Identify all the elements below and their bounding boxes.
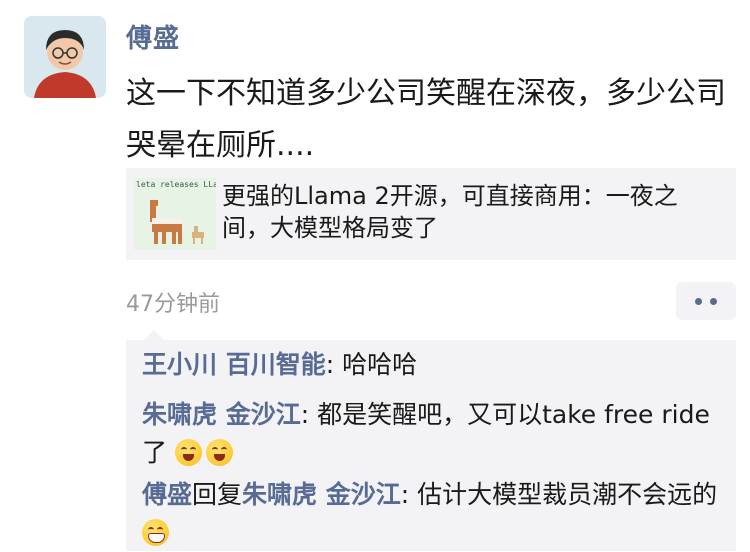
comments-section: 王小川 百川智能: 哈哈哈 朱啸虎 金沙江: 都是笑醒吧，又可以take fre… — [126, 330, 736, 552]
more-actions-button[interactable] — [676, 282, 736, 320]
comment-text: 哈哈哈 — [342, 350, 418, 379]
comment-user[interactable]: 王小川 百川智能 — [142, 350, 326, 379]
post-text: 这一下不知道多少公司笑醒在深夜，多少公司哭晕在厕所.... — [126, 76, 726, 163]
grimace-emoji-icon — [142, 519, 169, 546]
post-timestamp: 47分钟前 — [126, 292, 220, 317]
comment-item[interactable]: 王小川 百川智能: 哈哈哈 — [142, 346, 727, 384]
reply-to-user[interactable]: 朱啸虎 金沙江 — [242, 480, 401, 509]
comment-separator: : — [400, 480, 418, 509]
comment-user[interactable]: 朱啸虎 金沙江 — [142, 400, 301, 429]
post-author[interactable]: 傅盛 — [126, 18, 180, 55]
grin-wink-emoji-icon — [205, 439, 233, 466]
comment-item[interactable]: 朱啸虎 金沙江: 都是笑醒吧，又可以take free ride了 — [142, 396, 727, 472]
reply-word: 回复 — [192, 480, 243, 509]
dot-icon — [710, 297, 717, 305]
comment-text: 估计大模型裁员潮不会远的 — [417, 480, 718, 509]
dot-icon — [695, 297, 702, 305]
comment-item[interactable]: 傅盛回复朱啸虎 金沙江: 估计大模型裁员潮不会远的 — [142, 476, 727, 552]
link-title: 更强的Llama 2开源，可直接商用：一夜之间，大模型格局变了 — [222, 182, 678, 242]
comment-user[interactable]: 傅盛 — [142, 480, 192, 509]
comment-separator: : — [300, 400, 318, 429]
avatar[interactable] — [24, 16, 106, 98]
grin-wink-emoji-icon — [174, 439, 202, 466]
link-thumbnail: leta releases LLaMA 2 — [134, 178, 216, 250]
llama-illustration-icon — [150, 200, 204, 244]
shared-link-card[interactable]: leta releases LLaMA 2 更强的Llama 2开源，可直接商用… — [126, 168, 736, 260]
comment-separator: : — [325, 350, 343, 379]
avatar-image — [24, 16, 106, 98]
